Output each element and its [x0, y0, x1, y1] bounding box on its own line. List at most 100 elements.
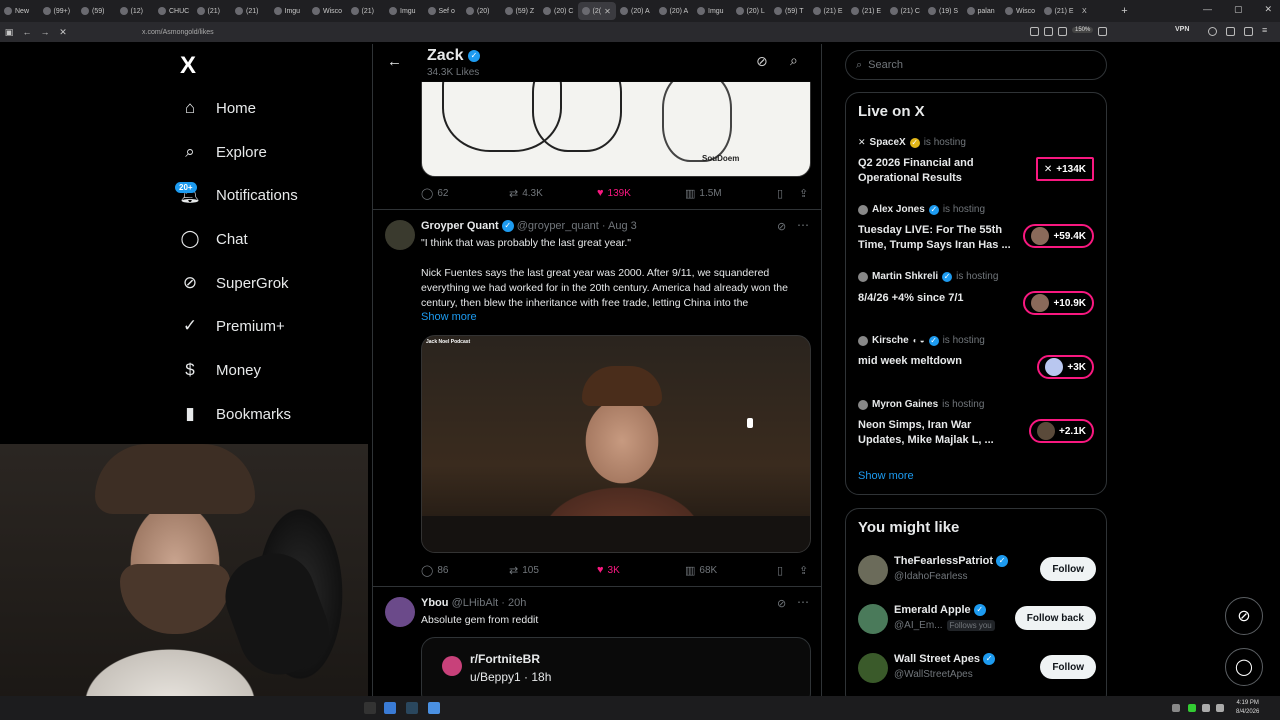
- forward-arrow-icon[interactable]: →: [36, 27, 54, 37]
- post-video[interactable]: Jack Noel Podcast: [421, 335, 811, 553]
- space-title[interactable]: mid week meltdown: [858, 354, 1018, 369]
- grok-analyze-icon[interactable]: ⊘: [756, 53, 768, 70]
- screenshot-icon[interactable]: [1044, 27, 1053, 36]
- space-title[interactable]: Tuesday LIVE: For The 55th Time, Trump S…: [858, 223, 1018, 253]
- new-tab-plus-icon[interactable]: +: [1117, 5, 1133, 17]
- search-input[interactable]: ⌕ Search: [845, 50, 1107, 80]
- join-space-button[interactable]: +3K: [1037, 355, 1094, 379]
- space-host[interactable]: Martin Shkreli ✓ is hosting: [858, 271, 998, 282]
- share-button[interactable]: ⇪: [799, 564, 808, 577]
- taskbar-app-icon[interactable]: [428, 702, 440, 714]
- browser-tab[interactable]: Imgu: [385, 2, 424, 20]
- browser-tab[interactable]: (12): [116, 2, 155, 20]
- more-options-icon[interactable]: ⋯: [797, 595, 809, 609]
- back-arrow-icon[interactable]: ←: [387, 53, 402, 70]
- space-title[interactable]: Q2 2026 Financial and Operational Result…: [858, 156, 1018, 186]
- browser-tab-active[interactable]: (2(✕: [577, 2, 616, 20]
- taskbar-app-icon[interactable]: [384, 702, 396, 714]
- join-space-button[interactable]: +2.1K: [1029, 419, 1094, 443]
- reply-button[interactable]: ◯ 86: [421, 564, 509, 577]
- browser-tab[interactable]: Imgu: [270, 2, 309, 20]
- browser-tab[interactable]: Wisco: [1001, 2, 1040, 20]
- browser-tab[interactable]: (20) L: [732, 2, 771, 20]
- nav-item-supergrok[interactable]: ⊘ SuperGrok: [180, 270, 289, 296]
- close-tab-icon[interactable]: ✕: [604, 7, 611, 16]
- show-more-link[interactable]: Show more: [858, 470, 914, 482]
- menu-icon[interactable]: ≡: [1262, 25, 1271, 35]
- sidebar-toggle-icon[interactable]: ▣: [0, 27, 18, 38]
- browser-tab[interactable]: (21): [231, 2, 270, 20]
- url-field[interactable]: x.com/Asmongold/likes: [142, 29, 214, 36]
- grok-icon[interactable]: ⊘: [777, 597, 786, 610]
- repost-button[interactable]: ⇄ 105: [509, 564, 597, 577]
- views-button[interactable]: ▥ 1.5M: [685, 187, 777, 200]
- taskbar-clock[interactable]: 4:19 PM 8/4/2026: [1236, 699, 1259, 717]
- follow-suggestion[interactable]: Wall Street Apes ✓ @WallStreetApes Follo…: [858, 651, 1096, 685]
- reader-icon[interactable]: [1030, 27, 1039, 36]
- stop-loading-icon[interactable]: ✕: [54, 27, 72, 38]
- post-image[interactable]: SouDoem: [421, 81, 811, 177]
- bookmark-button[interactable]: ▯: [777, 187, 799, 200]
- sidebar-panel-icon[interactable]: [1244, 27, 1253, 36]
- show-more-link[interactable]: Show more: [421, 311, 477, 323]
- browser-tab[interactable]: (99+): [39, 2, 78, 20]
- follow-suggestion[interactable]: Emerald Apple ✓ @AI_Em... Follows you Fol…: [858, 602, 1096, 636]
- browser-tab[interactable]: (19) S: [924, 2, 963, 20]
- avatar[interactable]: [385, 597, 415, 627]
- browser-tab[interactable]: (20) A: [616, 2, 655, 20]
- browser-tab[interactable]: (21): [347, 2, 386, 20]
- volume-icon[interactable]: [1216, 704, 1224, 712]
- maximize-icon[interactable]: ▢: [1234, 4, 1243, 15]
- follow-button[interactable]: Follow: [1040, 557, 1096, 581]
- browser-tab[interactable]: New: [0, 2, 39, 20]
- bookmark-star-icon[interactable]: [1098, 27, 1107, 36]
- space-host[interactable]: Alex Jones ✓ is hosting: [858, 204, 985, 215]
- grok-icon[interactable]: ⊘: [777, 220, 786, 233]
- nav-item-chat[interactable]: ◯ Chat: [180, 226, 247, 252]
- browser-tab[interactable]: (21): [193, 2, 232, 20]
- space-host[interactable]: Myron Gaines is hosting: [858, 399, 984, 410]
- post-author[interactable]: Groyper Quant ✓ @groyper_quant · Aug 3: [421, 220, 637, 233]
- messages-fab-icon[interactable]: ◯: [1225, 648, 1263, 686]
- browser-tab[interactable]: (21) E: [809, 2, 848, 20]
- browser-tab[interactable]: Sef o: [424, 2, 463, 20]
- nav-item-explore[interactable]: ⌕ Explore: [180, 139, 267, 165]
- browser-tab[interactable]: (20): [462, 2, 501, 20]
- browser-tab[interactable]: X: [1078, 2, 1117, 20]
- browser-tab[interactable]: (21) E: [1040, 2, 1079, 20]
- nav-item-home[interactable]: ⌂ Home: [180, 95, 256, 121]
- browser-tab[interactable]: (59) T: [770, 2, 809, 20]
- browser-tab[interactable]: (59) Z: [501, 2, 540, 20]
- tray-app-icon[interactable]: [1188, 704, 1196, 712]
- tray-app-icon[interactable]: [1202, 704, 1210, 712]
- more-options-icon[interactable]: ⋯: [797, 218, 809, 232]
- embedded-reddit-card[interactable]: r/FortniteBR u/Beppy1 · 18h: [421, 637, 811, 696]
- reply-button[interactable]: ◯ 62: [421, 187, 509, 200]
- nav-item-premium[interactable]: ✓ Premium+: [180, 313, 285, 339]
- browser-tab[interactable]: CHUC: [154, 2, 193, 20]
- space-host[interactable]: ✕ SpaceX ✓ is hosting: [858, 137, 966, 148]
- like-button[interactable]: ♥ 3K: [597, 564, 685, 576]
- minimize-icon[interactable]: —: [1203, 4, 1212, 15]
- browser-tab[interactable]: (20) A: [655, 2, 694, 20]
- follow-suggestion[interactable]: TheFearlessPatriot ✓ @IdahoFearless Foll…: [858, 553, 1096, 587]
- browser-tab[interactable]: Wisco: [308, 2, 347, 20]
- repost-button[interactable]: ⇄ 4.3K: [509, 187, 597, 200]
- browser-tab[interactable]: (59): [77, 2, 116, 20]
- browser-tab[interactable]: palan: [963, 2, 1002, 20]
- window-close-icon[interactable]: ✕: [1264, 4, 1272, 15]
- x-logo[interactable]: X: [180, 52, 196, 80]
- join-space-button[interactable]: +59.4K: [1023, 224, 1094, 248]
- nav-item-money[interactable]: $ Money: [180, 357, 261, 383]
- space-host[interactable]: Kirsche ◐ ◒ ✓ is hosting: [858, 335, 985, 346]
- profile-icon[interactable]: [1208, 27, 1217, 36]
- join-space-button[interactable]: ✕ +134K: [1035, 157, 1094, 181]
- avatar[interactable]: [385, 220, 415, 250]
- vpn-badge[interactable]: VPN: [1175, 26, 1189, 33]
- grok-fab-icon[interactable]: ⊘: [1225, 597, 1263, 635]
- browser-tab[interactable]: (20) C: [539, 2, 578, 20]
- taskbar-app-icon[interactable]: [364, 702, 376, 714]
- nav-item-bookmarks[interactable]: ▮ Bookmarks: [180, 401, 291, 427]
- back-arrow-icon[interactable]: ←: [18, 27, 36, 37]
- like-button[interactable]: ♥ 139K: [597, 187, 685, 199]
